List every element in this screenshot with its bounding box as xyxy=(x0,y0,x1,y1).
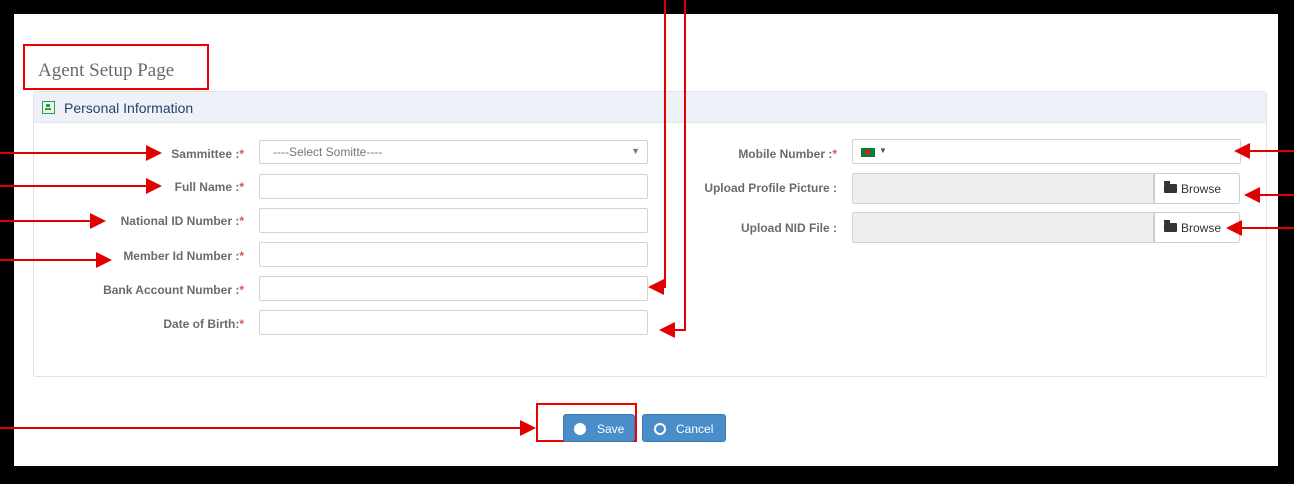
full-name-label: Full Name :* xyxy=(174,180,244,194)
bd-flag-icon[interactable] xyxy=(861,148,875,157)
folder-open-icon xyxy=(1164,181,1177,193)
contact-card-icon xyxy=(42,101,55,114)
sammittee-select-value: ----Select Somitte---- xyxy=(273,145,383,159)
upload-nid-file-label: Upload NID File : xyxy=(741,221,837,235)
profile-picture-file-field xyxy=(852,173,1154,204)
date-of-birth-input[interactable] xyxy=(259,310,648,335)
chevron-down-icon: ▼ xyxy=(879,146,887,155)
save-button[interactable]: Save xyxy=(563,414,635,442)
sammittee-select[interactable]: ----Select Somitte---- ▼ xyxy=(259,140,648,164)
upload-profile-picture-label: Upload Profile Picture : xyxy=(704,181,837,195)
check-circle-icon xyxy=(574,423,586,435)
cancel-circle-icon xyxy=(654,423,666,435)
browse-label: Browse xyxy=(1181,182,1222,196)
cancel-button[interactable]: Cancel xyxy=(642,414,726,442)
panel-title: Personal Information xyxy=(64,100,194,116)
full-name-input[interactable] xyxy=(259,174,648,199)
cancel-label: Cancel xyxy=(676,422,714,436)
panel-header: Personal Information xyxy=(34,92,1266,123)
bank-account-label: Bank Account Number :* xyxy=(103,283,244,297)
mobile-number-input[interactable]: ▼ xyxy=(852,139,1241,164)
date-of-birth-label: Date of Birth:* xyxy=(163,317,244,331)
profile-picture-browse-button[interactable]: Browse xyxy=(1154,173,1240,204)
member-id-label: Member Id Number :* xyxy=(123,249,244,263)
chevron-down-icon: ▼ xyxy=(631,146,640,156)
page-title: Agent Setup Page xyxy=(38,60,175,81)
member-id-input[interactable] xyxy=(259,242,648,267)
sammittee-label: Sammittee :* xyxy=(171,147,244,161)
browse-label: Browse xyxy=(1181,221,1222,235)
national-id-label: National ID Number :* xyxy=(120,214,244,228)
bank-account-input[interactable] xyxy=(259,276,648,301)
folder-open-icon xyxy=(1164,220,1177,232)
mobile-number-label: Mobile Number :* xyxy=(738,147,837,161)
national-id-input[interactable] xyxy=(259,208,648,233)
nid-file-field xyxy=(852,212,1154,243)
nid-file-browse-button[interactable]: Browse xyxy=(1154,212,1240,243)
save-label: Save xyxy=(597,422,625,436)
